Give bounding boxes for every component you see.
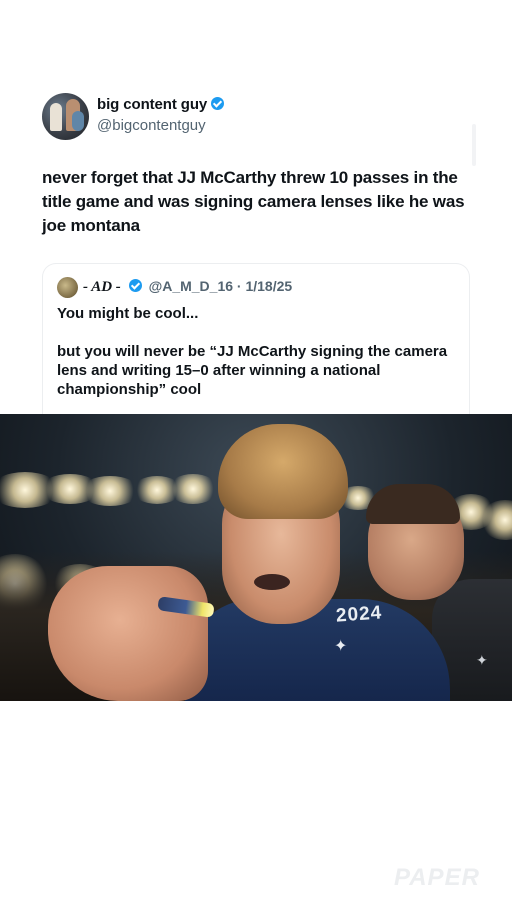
player-hand	[48, 566, 208, 701]
quoted-tweet-card[interactable]: - AD - @A_M_D_16 · 1/18/25 You might be …	[42, 263, 470, 424]
jordan-logo-icon: ✦	[334, 638, 348, 655]
quoted-handle-date: @A_M_D_16 · 1/18/25	[148, 278, 293, 294]
quoted-tweet-text: You might be cool... but you will never …	[57, 305, 448, 398]
author-handle[interactable]: @bigcontentguy	[97, 117, 206, 134]
tweet-media-image[interactable]: ✦ 2024 ✦	[0, 414, 512, 701]
jersey-patch-text: 2024	[335, 602, 383, 627]
jordan-logo-icon: ✦	[476, 652, 488, 668]
player-jersey	[185, 599, 450, 701]
player-mouth	[254, 574, 290, 590]
scroll-indicator	[472, 124, 476, 166]
avatar-figure	[50, 103, 62, 131]
watermark-logo: PAPER	[394, 864, 480, 891]
avatar-figure	[72, 111, 84, 131]
player-hair	[218, 424, 348, 519]
verified-badge-icon	[128, 279, 142, 292]
author-avatar[interactable]	[42, 93, 89, 140]
stadium-light	[168, 474, 218, 504]
quoted-author-name: - AD -	[83, 279, 121, 295]
stadium-light	[80, 476, 140, 506]
author-name-row[interactable]: big content guy	[97, 96, 225, 113]
quoted-tweet-header: - AD - @A_M_D_16 · 1/18/25	[83, 278, 292, 296]
tweet-text: never forget that JJ McCarthy threw 10 p…	[42, 168, 465, 235]
author-display-name[interactable]: big content guy	[97, 96, 207, 113]
quoted-author-avatar	[57, 277, 78, 298]
verified-badge-icon	[211, 97, 225, 110]
second-person-hair	[366, 484, 460, 524]
